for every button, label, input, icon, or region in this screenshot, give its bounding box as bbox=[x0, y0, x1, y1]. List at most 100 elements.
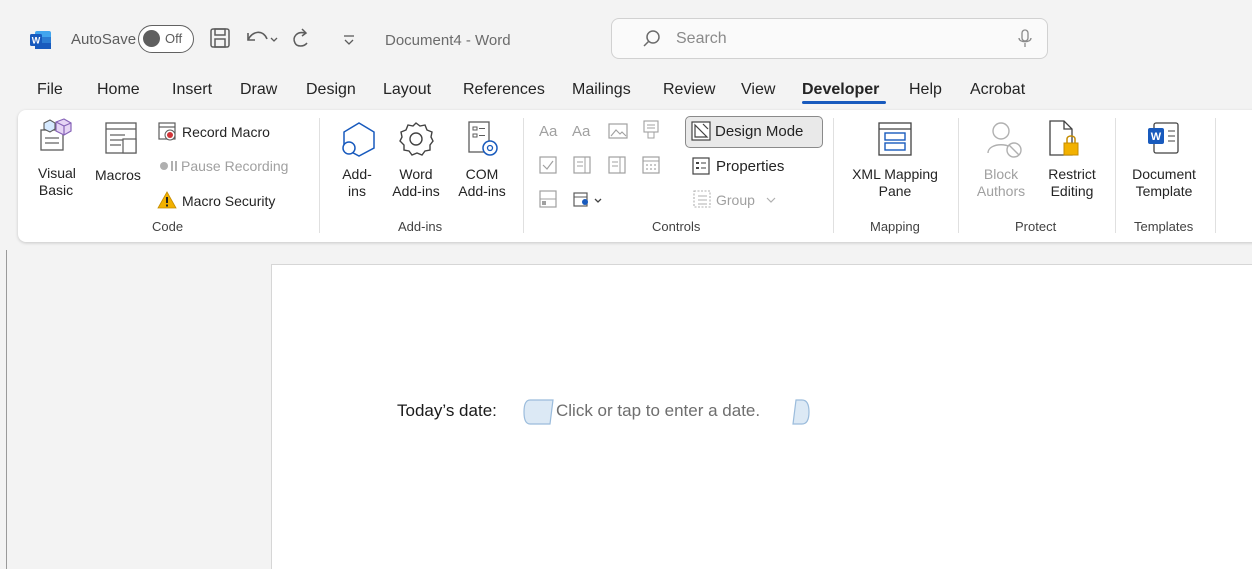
com-addins-label-1: COM bbox=[465, 166, 499, 182]
addins-button[interactable]: Add- ins bbox=[336, 166, 378, 200]
menu-tabs: File Home Insert Draw Design Layout Refe… bbox=[0, 76, 1252, 108]
com-addins-label-2: Add-ins bbox=[458, 183, 506, 199]
restrict-editing-button[interactable]: Restrict Editing bbox=[1034, 166, 1110, 200]
tab-design[interactable]: Design bbox=[306, 81, 356, 99]
xml-mapping-label-2: Pane bbox=[878, 183, 912, 199]
tab-help[interactable]: Help bbox=[909, 81, 942, 99]
block-authors-label-2: Authors bbox=[976, 183, 1026, 199]
templates-group-label: Templates bbox=[1134, 219, 1194, 234]
autosave-toggle[interactable]: Off bbox=[138, 25, 194, 53]
tab-review[interactable]: Review bbox=[663, 81, 715, 99]
undo-icon[interactable] bbox=[243, 25, 281, 51]
tab-view[interactable]: View bbox=[741, 81, 775, 99]
mapping-group-label: Mapping bbox=[870, 219, 920, 234]
date-placeholder[interactable]: Click or tap to enter a date. bbox=[556, 401, 760, 421]
title-bar: W AutoSave Off Document4 - Word Search bbox=[0, 0, 1252, 76]
picture-control-icon[interactable] bbox=[608, 122, 628, 140]
tab-insert[interactable]: Insert bbox=[172, 81, 212, 99]
checkbox-control-icon[interactable] bbox=[539, 156, 557, 174]
tab-home[interactable]: Home bbox=[97, 81, 140, 99]
search-box[interactable]: Search bbox=[611, 18, 1048, 59]
document-title: Document4 - Word bbox=[385, 32, 511, 49]
document-template-label-1: Document bbox=[1132, 166, 1196, 182]
record-macro-button[interactable]: Record Macro bbox=[182, 124, 270, 140]
warning-icon bbox=[157, 191, 177, 209]
search-icon bbox=[643, 30, 660, 47]
repeating-section-control-icon[interactable] bbox=[539, 190, 557, 208]
block-authors-button[interactable]: Block Authors bbox=[970, 166, 1032, 200]
restrict-editing-label-2: Editing bbox=[1050, 183, 1094, 199]
properties-icon bbox=[692, 157, 710, 175]
com-addins-button[interactable]: COM Add-ins bbox=[452, 166, 512, 200]
block-authors-label-1: Block bbox=[983, 166, 1019, 182]
date-picker-control-icon[interactable] bbox=[642, 156, 660, 174]
record-macro-icon bbox=[158, 122, 176, 141]
restrict-editing-label-1: Restrict bbox=[1048, 166, 1096, 182]
pause-recording-icon bbox=[160, 161, 177, 171]
addins-label-1: Add- bbox=[342, 166, 372, 182]
macro-security-button[interactable]: Macro Security bbox=[182, 193, 275, 209]
addins-icon bbox=[342, 122, 375, 157]
plain-text-control-button[interactable]: Aa bbox=[572, 123, 590, 140]
word-addins-label-2: Add-ins bbox=[392, 183, 440, 199]
active-tab-indicator bbox=[802, 101, 886, 104]
autosave-label: AutoSave bbox=[71, 31, 137, 48]
svg-text:W: W bbox=[1151, 131, 1162, 143]
tab-developer[interactable]: Developer bbox=[802, 81, 879, 99]
tab-file[interactable]: File bbox=[37, 81, 63, 99]
group-icon bbox=[693, 190, 711, 208]
group-button[interactable]: Group bbox=[716, 192, 755, 208]
com-addins-icon bbox=[468, 121, 498, 156]
document-template-button[interactable]: Document Template bbox=[1124, 166, 1204, 200]
tab-draw[interactable]: Draw bbox=[240, 81, 277, 99]
xml-mapping-label-1: XML Mapping bbox=[852, 166, 938, 182]
code-group-label: Code bbox=[152, 219, 184, 234]
redo-icon[interactable] bbox=[289, 25, 313, 51]
group-separator bbox=[958, 118, 959, 233]
tab-acrobat[interactable]: Acrobat bbox=[970, 81, 1025, 99]
word-addins-gear-icon bbox=[399, 122, 434, 156]
word-logo-icon[interactable]: W bbox=[30, 30, 52, 50]
design-mode-label: Design Mode bbox=[715, 123, 804, 140]
svg-text:W: W bbox=[32, 36, 41, 46]
addins-group-label: Add-ins bbox=[398, 219, 443, 234]
xml-mapping-pane-button[interactable]: XML Mapping Pane bbox=[845, 166, 945, 200]
legacy-tools-icon[interactable] bbox=[573, 190, 605, 208]
building-block-control-icon[interactable] bbox=[642, 120, 660, 140]
visual-basic-label-1: Visual bbox=[38, 165, 76, 181]
tab-layout[interactable]: Layout bbox=[383, 81, 431, 99]
microphone-icon[interactable] bbox=[1017, 29, 1033, 49]
toggle-knob bbox=[143, 30, 160, 47]
macros-icon bbox=[105, 122, 137, 154]
combo-box-control-icon[interactable] bbox=[573, 156, 591, 174]
addins-label-2: ins bbox=[348, 183, 366, 199]
word-addins-label-1: Word bbox=[399, 166, 433, 182]
rich-text-control-button[interactable]: Aa bbox=[539, 123, 557, 140]
document-area-edge bbox=[6, 250, 7, 569]
group-separator bbox=[319, 118, 320, 233]
chevron-down-icon bbox=[766, 197, 776, 203]
macros-button[interactable]: Macros bbox=[95, 167, 141, 183]
pause-recording-button[interactable]: Pause Recording bbox=[181, 158, 288, 174]
tab-references[interactable]: References bbox=[463, 81, 545, 99]
dropdown-list-control-icon[interactable] bbox=[608, 156, 626, 174]
group-separator bbox=[1115, 118, 1116, 233]
save-icon[interactable] bbox=[208, 25, 232, 51]
group-separator bbox=[1215, 118, 1216, 233]
protect-group-label: Protect bbox=[1015, 219, 1057, 234]
controls-group-label: Controls bbox=[652, 219, 701, 234]
search-placeholder: Search bbox=[676, 30, 727, 47]
restrict-editing-icon bbox=[1049, 120, 1079, 156]
date-label: Today’s date: bbox=[397, 401, 497, 420]
properties-button[interactable]: Properties bbox=[716, 158, 784, 175]
document-template-icon: W bbox=[1148, 122, 1179, 154]
word-addins-button[interactable]: Word Add-ins bbox=[388, 166, 444, 200]
group-separator bbox=[833, 118, 834, 233]
xml-mapping-pane-icon bbox=[878, 122, 912, 156]
tab-mailings[interactable]: Mailings bbox=[572, 81, 631, 99]
design-mode-icon bbox=[691, 121, 711, 141]
visual-basic-button[interactable]: Visual Basic bbox=[38, 165, 76, 199]
customize-toolbar-icon[interactable] bbox=[341, 25, 357, 51]
visual-basic-label-2: Basic bbox=[38, 182, 74, 198]
autosave-state: Off bbox=[165, 31, 183, 46]
